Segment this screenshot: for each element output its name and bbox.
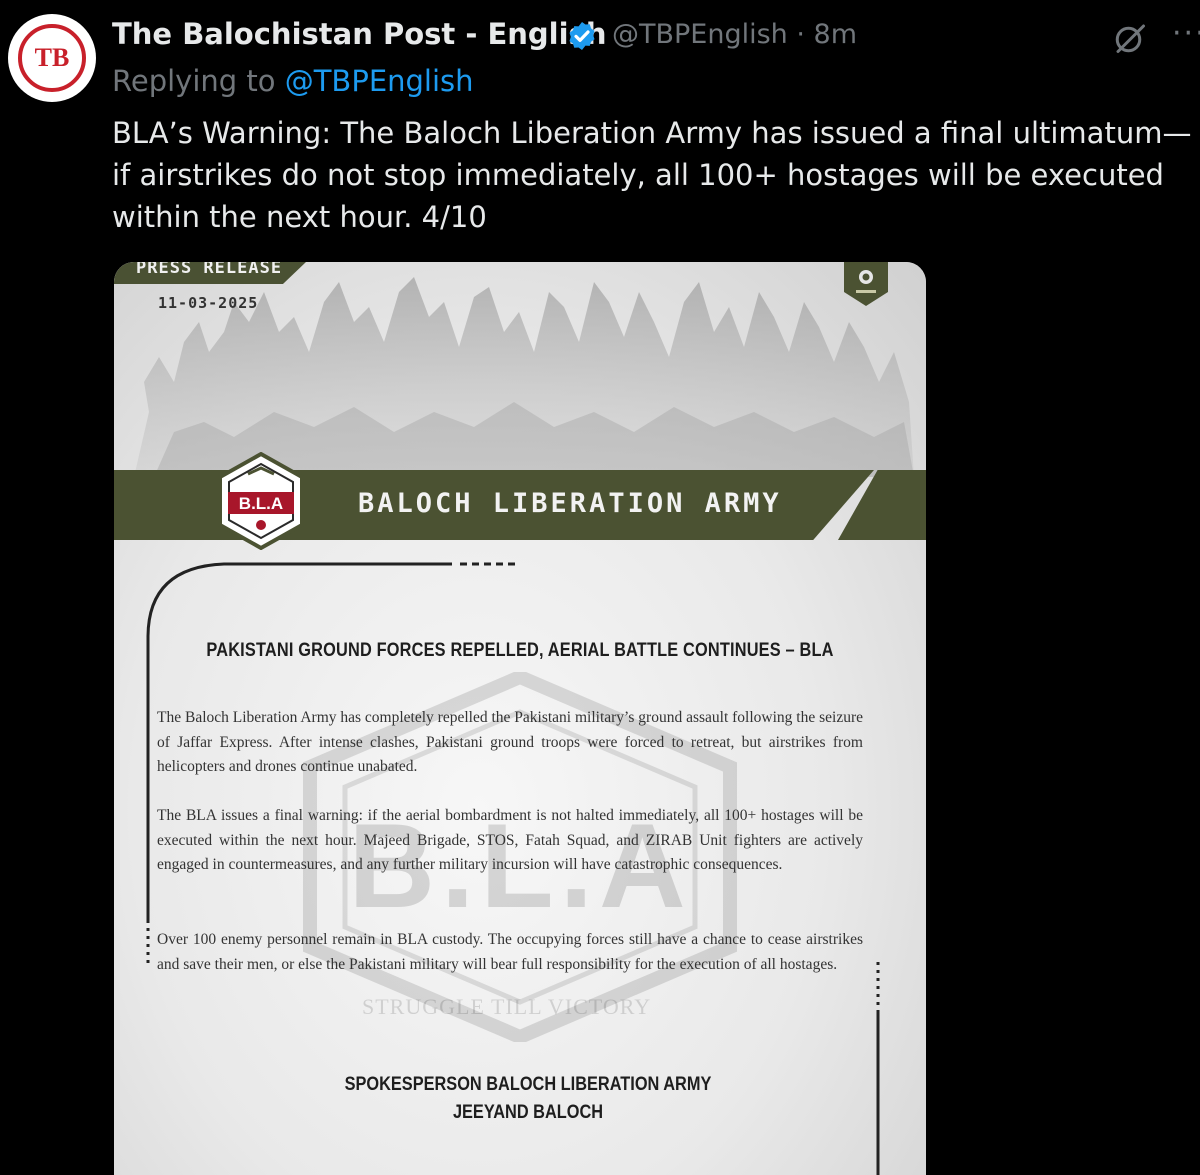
more-icon[interactable]: ··· <box>1172 16 1200 51</box>
reply-prefix: Replying to <box>112 64 276 98</box>
tweet-media-image[interactable]: PRESS RELEASE 11-03-2025 BALOCH LIBERATI… <box>114 262 926 1175</box>
verified-badge-icon <box>566 20 598 56</box>
tweet-header: The Balochistan Post - English @TBPEngli… <box>112 14 1200 60</box>
signature-name: JEEYAND BALOCH <box>452 1102 604 1123</box>
display-name[interactable]: The Balochistan Post - English <box>112 17 606 51</box>
reply-context: Replying to @TBPEnglish <box>112 64 474 98</box>
avatar[interactable]: TB <box>8 14 96 102</box>
avatar-logo: TB <box>18 24 86 92</box>
paragraph-3: Over 100 enemy personnel remain in BLA c… <box>157 931 863 973</box>
grok-icon[interactable] <box>1112 20 1148 60</box>
signature-title: SPOKESPERSON BALOCH LIBERATION ARMY <box>344 1074 712 1095</box>
paragraph-2: The BLA issues a final warning: if the a… <box>157 807 863 873</box>
handle-and-time[interactable]: @TBPEnglish · 8m <box>612 19 857 50</box>
tweet-text: BLA’s Warning: The Baloch Liberation Arm… <box>112 116 1192 234</box>
paragraph-1: The Baloch Liberation Army has completel… <box>157 709 863 775</box>
reply-handle-link[interactable]: @TBPEnglish <box>285 64 474 98</box>
press-release-headline: PAKISTANI GROUND FORCES REPELLED, AERIAL… <box>206 640 834 661</box>
